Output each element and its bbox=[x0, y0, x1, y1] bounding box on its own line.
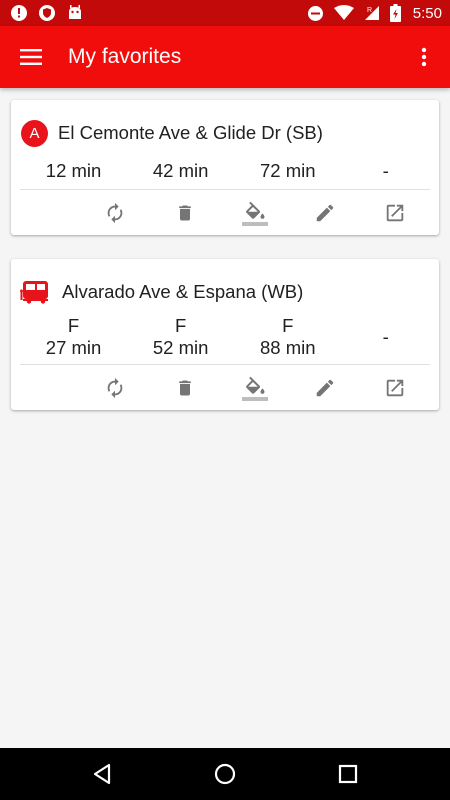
favorite-card: Alvarado Ave & Espana (WB) F 27 min F 52… bbox=[11, 259, 439, 410]
arrival-time-cell: 12 min bbox=[20, 160, 127, 182]
arrival-time: 88 min bbox=[260, 336, 316, 358]
edit-icon bbox=[316, 204, 334, 221]
android-icon bbox=[66, 4, 84, 22]
wifi-icon bbox=[333, 5, 354, 21]
refresh-icon bbox=[107, 377, 123, 398]
svg-text:R: R bbox=[367, 7, 372, 14]
arrival-time-cell: F 88 min bbox=[234, 315, 341, 359]
arrival-time: - bbox=[382, 325, 389, 347]
arrival-time: 27 min bbox=[45, 336, 102, 358]
arrival-time-cell: - bbox=[341, 326, 430, 348]
delete-icon bbox=[179, 205, 191, 220]
recents-icon[interactable] bbox=[326, 752, 370, 796]
refresh-icon bbox=[107, 202, 123, 223]
edit-button[interactable] bbox=[290, 370, 360, 406]
hamburger-menu-icon[interactable] bbox=[18, 44, 44, 70]
arrival-time-cell: 72 min bbox=[234, 160, 341, 182]
refresh-button[interactable] bbox=[80, 370, 150, 406]
page-title: My favorites bbox=[68, 45, 182, 68]
card-actions bbox=[20, 365, 430, 410]
open-in-new-icon bbox=[386, 379, 404, 396]
open-in-new-button[interactable] bbox=[360, 370, 430, 406]
home-icon[interactable] bbox=[203, 752, 247, 796]
arrival-time: - bbox=[382, 160, 389, 181]
favorite-card: A El Cemonte Ave & Glide Dr (SB) 12 min … bbox=[11, 100, 439, 235]
back-icon[interactable] bbox=[80, 752, 124, 796]
arrival-times-row: F 27 min F 52 min F 88 min - bbox=[20, 313, 430, 365]
card-actions bbox=[20, 190, 430, 235]
status-time: 5:50 bbox=[412, 4, 442, 22]
edit-button[interactable] bbox=[290, 195, 360, 231]
refresh-button[interactable] bbox=[80, 195, 150, 231]
alert-download-icon bbox=[10, 4, 28, 22]
stop-name: Alvarado Ave & Espana (WB) bbox=[62, 281, 304, 302]
status-left-icons bbox=[10, 4, 84, 22]
arrival-time-cell: - bbox=[341, 160, 430, 182]
delete-button[interactable] bbox=[150, 370, 220, 406]
arrival-route-label: F bbox=[67, 314, 80, 336]
arrival-time: 42 min bbox=[152, 160, 209, 181]
signal-icon: R bbox=[364, 5, 380, 21]
color-fill-icon bbox=[242, 376, 268, 401]
status-right-icons: R 5:50 bbox=[307, 4, 442, 22]
battery-icon bbox=[389, 4, 401, 22]
arrival-time-cell: F 52 min bbox=[127, 315, 234, 359]
arrival-time-cell: F 27 min bbox=[20, 315, 127, 359]
arrival-route-label: F bbox=[175, 314, 187, 336]
status-bar: R 5:50 bbox=[0, 0, 450, 26]
stop-name: El Cemonte Ave & Glide Dr (SB) bbox=[58, 122, 323, 143]
open-in-new-button[interactable] bbox=[360, 195, 430, 231]
open-in-new-icon bbox=[386, 204, 404, 221]
arrival-route-label: F bbox=[282, 314, 294, 336]
route-badge: A bbox=[21, 119, 48, 147]
arrival-time: 12 min bbox=[45, 160, 102, 181]
system-nav-bar bbox=[0, 748, 450, 800]
delete-icon bbox=[179, 380, 191, 395]
color-fill-button[interactable] bbox=[220, 195, 290, 231]
bus-icon bbox=[20, 277, 52, 307]
delete-button[interactable] bbox=[150, 195, 220, 231]
arrival-time-cell: 42 min bbox=[127, 160, 234, 182]
color-fill-icon bbox=[242, 201, 268, 226]
favorites-list: A El Cemonte Ave & Glide Dr (SB) 12 min … bbox=[0, 88, 450, 446]
shield-vpn-icon bbox=[38, 4, 56, 22]
more-vert-icon[interactable] bbox=[412, 42, 436, 72]
edit-icon bbox=[316, 379, 334, 396]
app-bar: My favorites bbox=[0, 26, 450, 88]
arrival-times-row: 12 min 42 min 72 min - bbox=[20, 156, 430, 190]
dnd-icon bbox=[307, 5, 324, 22]
arrival-time: 52 min bbox=[152, 336, 209, 358]
color-fill-button[interactable] bbox=[220, 370, 290, 406]
arrival-time: 72 min bbox=[260, 160, 316, 181]
